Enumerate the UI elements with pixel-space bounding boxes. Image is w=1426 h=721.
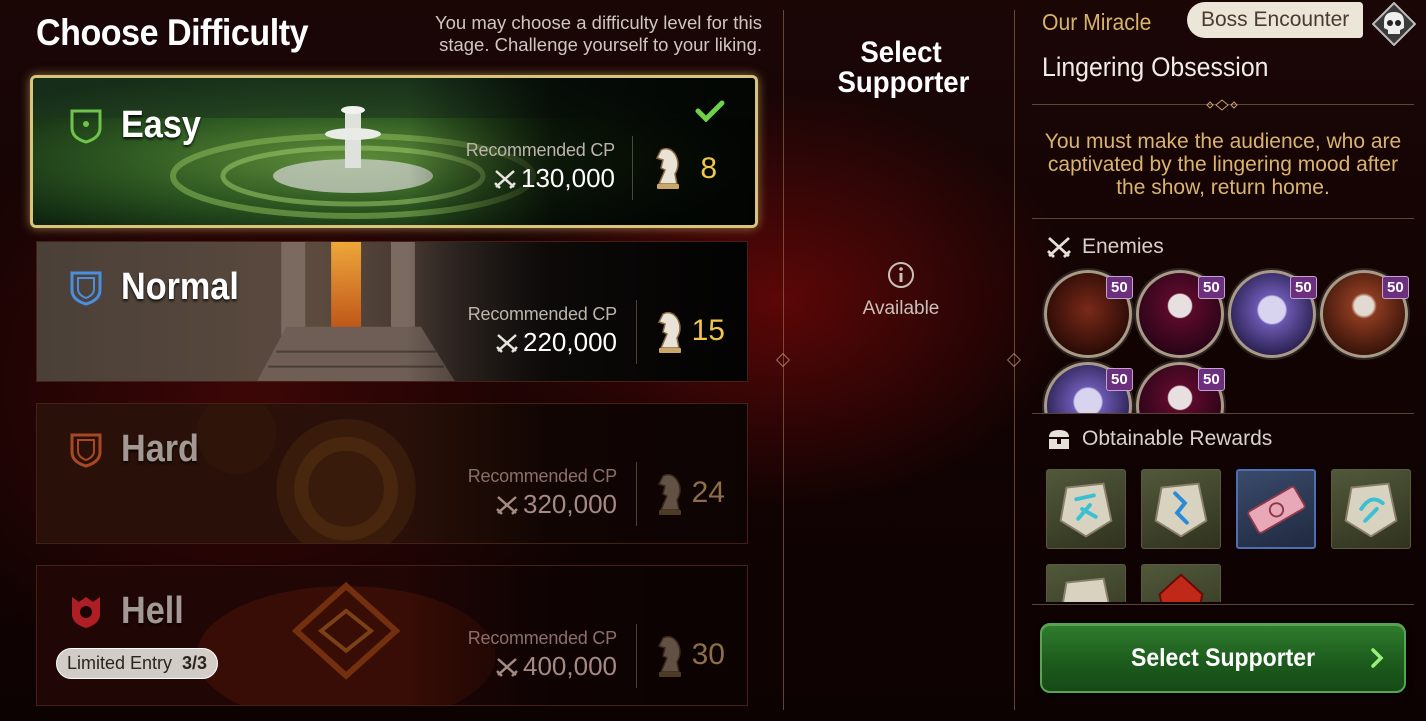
difficulty-card-normal[interactable]: Normal Recommended CP 220,000 15 (36, 241, 748, 382)
rewards-header: Obtainable Rewards (1046, 427, 1272, 451)
difficulty-card-easy[interactable]: Easy Recommended CP 130,000 8 (30, 75, 758, 228)
token-count: 24 (691, 476, 725, 509)
crossed-swords-icon (496, 495, 518, 515)
select-supporter-button[interactable]: Select Supporter (1040, 623, 1406, 693)
recommended-cp-value: 220,000 (523, 327, 617, 357)
miracle-description: You must make the audience, who are capt… (1044, 130, 1402, 199)
rune-stone-teal-reward[interactable] (1046, 469, 1126, 549)
shield-hard-icon (70, 433, 102, 468)
checkmark-icon (695, 100, 725, 122)
rune-stone-blue-reward[interactable] (1141, 469, 1221, 549)
enemy-level: 50 (1198, 368, 1225, 391)
recommended-cp-value: 130,000 (521, 163, 615, 193)
limited-entry-label: Limited Entry (67, 653, 173, 673)
rune-stone-blue-reward[interactable] (1046, 564, 1126, 602)
token-count: 30 (691, 638, 725, 671)
difficulty-name: Hell (121, 590, 184, 632)
shield-normal-icon (70, 271, 102, 306)
page-title: Choose Difficulty (36, 12, 309, 53)
select-supporter-button-label: Select Supporter (1130, 643, 1316, 672)
treasure-chest-icon (1049, 430, 1069, 449)
chess-knight-icon (657, 473, 681, 515)
pink-ticket-reward[interactable] (1236, 469, 1316, 549)
recommended-cp-label: Recommended CP (467, 466, 617, 486)
difficulty-name: Easy (121, 104, 201, 146)
crossed-swords-icon (494, 169, 516, 189)
difficulty-name: Hard (121, 428, 199, 470)
crossed-swords-icon (1047, 236, 1071, 258)
enemy-level: 50 (1290, 276, 1317, 299)
reward-list (1040, 465, 1420, 602)
ornament-icon (1206, 99, 1238, 111)
token-count: 8 (700, 152, 717, 185)
enemy-list: 50 50 50 50 50 50 (1040, 268, 1420, 413)
miracle-name: Lingering Obsession (1042, 52, 1269, 82)
crossed-swords-icon (496, 333, 518, 353)
enemy-level: 50 (1198, 276, 1225, 299)
chess-knight-icon (657, 311, 681, 353)
crossed-swords-icon (496, 657, 518, 677)
rune-stone-teal-reward[interactable] (1331, 469, 1411, 549)
recommended-cp-value: 400,000 (523, 651, 617, 681)
token-count: 15 (691, 314, 725, 347)
red-crystal-reward[interactable] (1141, 564, 1221, 602)
recommended-cp-label: Recommended CP (467, 628, 617, 648)
boss-encounter-badge: Boss Encounter (1187, 2, 1364, 38)
supporter-status: Available (862, 298, 940, 319)
enemy-level: 50 (1106, 276, 1133, 299)
miracle-label: Our Miracle (1042, 9, 1152, 35)
enemies-title: Enemies (1082, 235, 1164, 258)
enemy-level: 50 (1106, 368, 1133, 391)
chevron-right-icon (1371, 648, 1384, 668)
info-icon[interactable] (887, 261, 915, 289)
page-subtitle: You may choose a difficulty level for th… (434, 12, 762, 55)
difficulty-card-hard[interactable]: Hard Recommended CP 320,000 24 (36, 403, 748, 544)
limited-entry-badge: Limited Entry 3/3 (56, 648, 219, 679)
recommended-cp-label: Recommended CP (465, 140, 615, 160)
chess-knight-icon (655, 147, 679, 189)
enemies-header: Enemies (1046, 235, 1164, 259)
limited-entry-count: 3/3 (182, 653, 208, 673)
shield-easy-icon (70, 109, 102, 144)
chess-knight-icon (657, 635, 681, 677)
enemy-level: 50 (1382, 276, 1409, 299)
recommended-cp-value: 320,000 (523, 489, 617, 519)
shield-hell-icon (72, 597, 100, 628)
boss-skull-icon (1372, 2, 1416, 46)
difficulty-name: Normal (121, 266, 239, 308)
select-supporter-title: Select Supporter (837, 36, 970, 99)
difficulty-card-hell[interactable]: Hell Recommended CP 400,000 30 (36, 565, 748, 706)
recommended-cp-label: Recommended CP (467, 304, 617, 324)
rewards-title: Obtainable Rewards (1082, 427, 1273, 450)
